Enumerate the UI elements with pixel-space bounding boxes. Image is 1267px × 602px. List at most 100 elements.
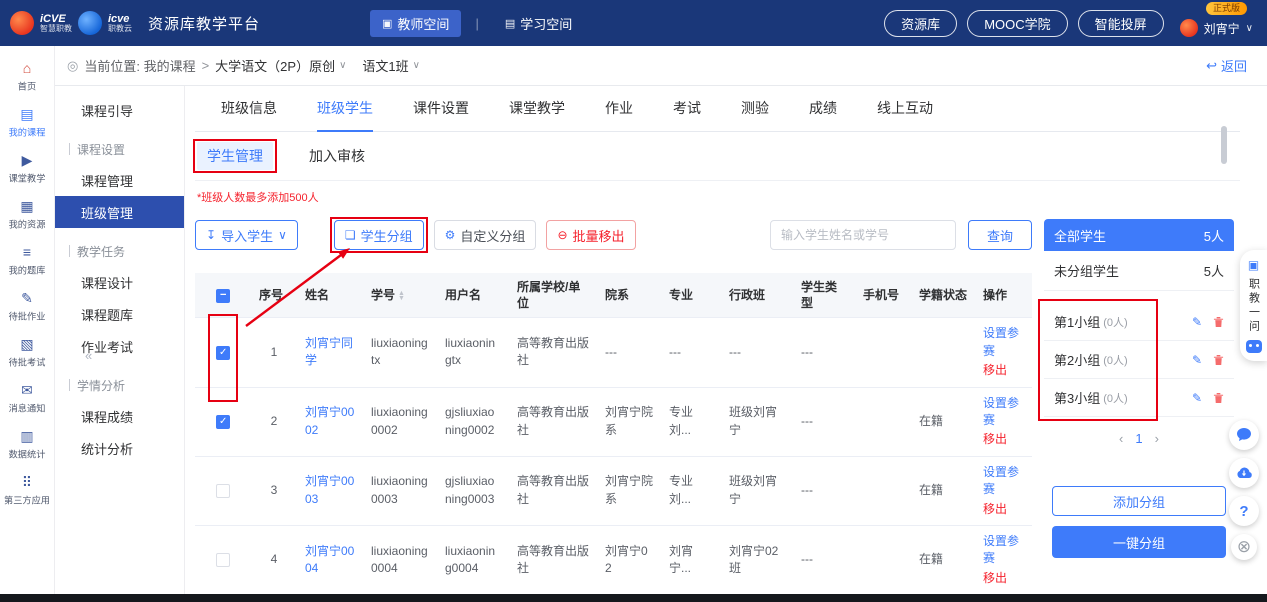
tab-online-interaction[interactable]: 线上互动 <box>877 98 933 131</box>
select-all-checkbox[interactable] <box>216 289 230 303</box>
trash-icon[interactable] <box>1213 316 1224 328</box>
left-rail: ⌂ 首页 ▤ 我的课程 ▶ 课堂教学 ▦ 我的资源 ≡ 我的题库 ✎ 待批作业 … <box>0 46 55 594</box>
query-button[interactable]: 查询 <box>968 220 1032 250</box>
sidebar-item-course-management[interactable]: 课程管理 <box>55 164 184 196</box>
student-name-link[interactable]: 刘宵宁同学 <box>305 336 353 367</box>
column-header-major: 专业 <box>661 273 721 318</box>
table-row: 3 刘宵宁0003 liuxiaoning0003 gjsliuxiaoning… <box>195 456 1032 525</box>
cloud-download-button[interactable] <box>1229 458 1259 488</box>
cell-index: 1 <box>251 318 297 387</box>
cell-major: 刘宵宁... <box>661 525 721 594</box>
tab-quiz[interactable]: 测验 <box>741 98 769 131</box>
sort-control[interactable]: ▲▼ <box>398 291 405 301</box>
set-contest-link[interactable]: 设置参赛 <box>983 533 1024 568</box>
add-group-button[interactable]: 添加分组 <box>1052 486 1226 516</box>
prev-page-icon[interactable]: ‹ <box>1119 431 1123 446</box>
tab-class-info[interactable]: 班级信息 <box>221 98 277 131</box>
qa-assistant-tab[interactable]: ▣ 职教一问 <box>1240 250 1267 361</box>
next-page-icon[interactable]: › <box>1155 431 1159 446</box>
sidebar-item-course-grades[interactable]: 课程成绩 <box>55 400 184 432</box>
tab-exam[interactable]: 考试 <box>673 98 701 131</box>
subtab-join-review[interactable]: 加入审核 <box>299 142 375 170</box>
close-float-button[interactable]: ⊗ <box>1231 534 1257 560</box>
row-checkbox[interactable] <box>216 553 230 567</box>
sidebar-item-course-design[interactable]: 课程设计 <box>55 266 184 298</box>
nav-teacher-space[interactable]: ▣ 教师空间 <box>370 10 461 37</box>
resource-library-button[interactable]: 资源库 <box>884 10 957 37</box>
edit-group-icon[interactable]: ✎ <box>1192 391 1202 405</box>
rail-item-question-bank[interactable]: ≡ 我的题库 <box>0 238 54 284</box>
remove-link[interactable]: 移出 <box>983 362 1007 379</box>
set-contest-link[interactable]: 设置参赛 <box>983 325 1024 360</box>
rail-item-pending-homework[interactable]: ✎ 待批作业 <box>0 284 54 330</box>
rail-item-my-courses[interactable]: ▤ 我的课程 <box>0 100 54 146</box>
class-selector[interactable]: 语文1班 ∨ <box>362 56 420 75</box>
sidebar-item-class-management[interactable]: 班级管理 <box>55 196 184 228</box>
sidebar-item-homework-exam[interactable]: 作业考试 <box>55 330 184 362</box>
vertical-scrollbar-thumb[interactable] <box>1221 126 1227 164</box>
remove-link[interactable]: 移出 <box>983 431 1007 448</box>
sidebar-item-statistical-analysis[interactable]: 统计分析 <box>55 432 184 464</box>
rail-item-my-resources[interactable]: ▦ 我的资源 <box>0 192 54 238</box>
custom-grouping-button[interactable]: ⚙ 自定义分组 <box>434 220 537 250</box>
set-contest-link[interactable]: 设置参赛 <box>983 464 1024 499</box>
current-page[interactable]: 1 <box>1135 431 1142 446</box>
sidebar-collapse-control[interactable]: « <box>85 348 92 363</box>
resource-grid-icon: ▦ <box>20 199 33 213</box>
bottom-screen-bar <box>0 594 1267 602</box>
student-grouping-button[interactable]: ❏ 学生分组 <box>334 220 424 250</box>
user-menu[interactable]: 正式版 刘宵宁 ∨ <box>1180 9 1253 37</box>
nav-learning-space[interactable]: ▤ 学习空间 <box>493 10 584 37</box>
cell-student-type: --- <box>793 387 855 456</box>
row-checkbox[interactable] <box>216 346 230 360</box>
trash-icon[interactable] <box>1213 354 1224 366</box>
rail-item-pending-exams[interactable]: ▧ 待批考试 <box>0 330 54 376</box>
group-row[interactable]: 第1小组 (0人) ✎ <box>1044 303 1234 341</box>
student-name-link[interactable]: 刘宵宁0002 <box>305 405 354 436</box>
column-header-student-id[interactable]: 学号▲▼ <box>363 273 437 318</box>
mooc-college-button[interactable]: MOOC学院 <box>967 10 1067 37</box>
student-search-input[interactable] <box>770 220 956 250</box>
rail-item-classroom-teaching[interactable]: ▶ 课堂教学 <box>0 146 54 192</box>
set-contest-link[interactable]: 设置参赛 <box>983 395 1024 430</box>
cell-student-id: liuxiaoning0004 <box>363 525 437 594</box>
chevron-down-icon: ∨ <box>278 229 287 241</box>
question-mark-icon: ? <box>1239 503 1248 520</box>
rail-item-home[interactable]: ⌂ 首页 <box>0 54 54 100</box>
group-row[interactable]: 第3小组 (0人) ✎ <box>1044 379 1234 417</box>
group-row[interactable]: 第2小组 (0人) ✎ <box>1044 341 1234 379</box>
tab-class-students[interactable]: 班级学生 <box>317 98 373 132</box>
tab-classroom-teaching[interactable]: 课堂教学 <box>509 98 565 131</box>
edit-group-icon[interactable]: ✎ <box>1192 315 1202 329</box>
one-click-grouping-button[interactable]: 一键分组 <box>1052 526 1226 558</box>
smart-casting-button[interactable]: 智能投屏 <box>1078 10 1164 37</box>
tab-courseware-settings[interactable]: 课件设置 <box>413 98 469 131</box>
remove-link[interactable]: 移出 <box>983 570 1007 587</box>
batch-remove-button[interactable]: ⊖ 批量移出 <box>546 220 635 250</box>
sidebar-item-course-guide[interactable]: 课程引导 <box>55 94 184 126</box>
student-name-link[interactable]: 刘宵宁0003 <box>305 474 354 505</box>
brand1-sub: 智慧职教 <box>40 25 72 34</box>
chat-support-button[interactable] <box>1229 420 1259 450</box>
student-name-link[interactable]: 刘宵宁0004 <box>305 544 354 575</box>
table-row: 4 刘宵宁0004 liuxiaoning0004 liuxiaoning000… <box>195 525 1032 594</box>
rail-item-third-party-apps[interactable]: ⠿ 第三方应用 <box>0 468 54 514</box>
course-selector[interactable]: 大学语文（2P）原创 ∨ <box>215 56 346 75</box>
row-checkbox[interactable] <box>216 415 230 429</box>
back-link[interactable]: ↩ 返回 <box>1206 56 1247 75</box>
edit-group-icon[interactable]: ✎ <box>1192 353 1202 367</box>
trash-icon[interactable] <box>1213 392 1224 404</box>
row-checkbox[interactable] <box>216 484 230 498</box>
sidebar-item-course-question-bank[interactable]: 课程题库 <box>55 298 184 330</box>
nav-teacher-space-label: 教师空间 <box>397 14 449 33</box>
rail-item-notifications[interactable]: ✉ 消息通知 <box>0 376 54 422</box>
tab-homework[interactable]: 作业 <box>605 98 633 131</box>
subtab-student-management[interactable]: 学生管理 <box>197 142 273 170</box>
tab-grades[interactable]: 成绩 <box>809 98 837 131</box>
close-icon: ⊗ <box>1237 537 1251 557</box>
ungrouped-students-row[interactable]: 未分组学生 5人 <box>1044 251 1234 291</box>
import-students-button[interactable]: ↧ 导入学生 ∨ <box>195 220 298 250</box>
remove-link[interactable]: 移出 <box>983 501 1007 518</box>
help-button[interactable]: ? <box>1229 496 1259 526</box>
rail-item-statistics[interactable]: ▥ 数据统计 <box>0 422 54 468</box>
